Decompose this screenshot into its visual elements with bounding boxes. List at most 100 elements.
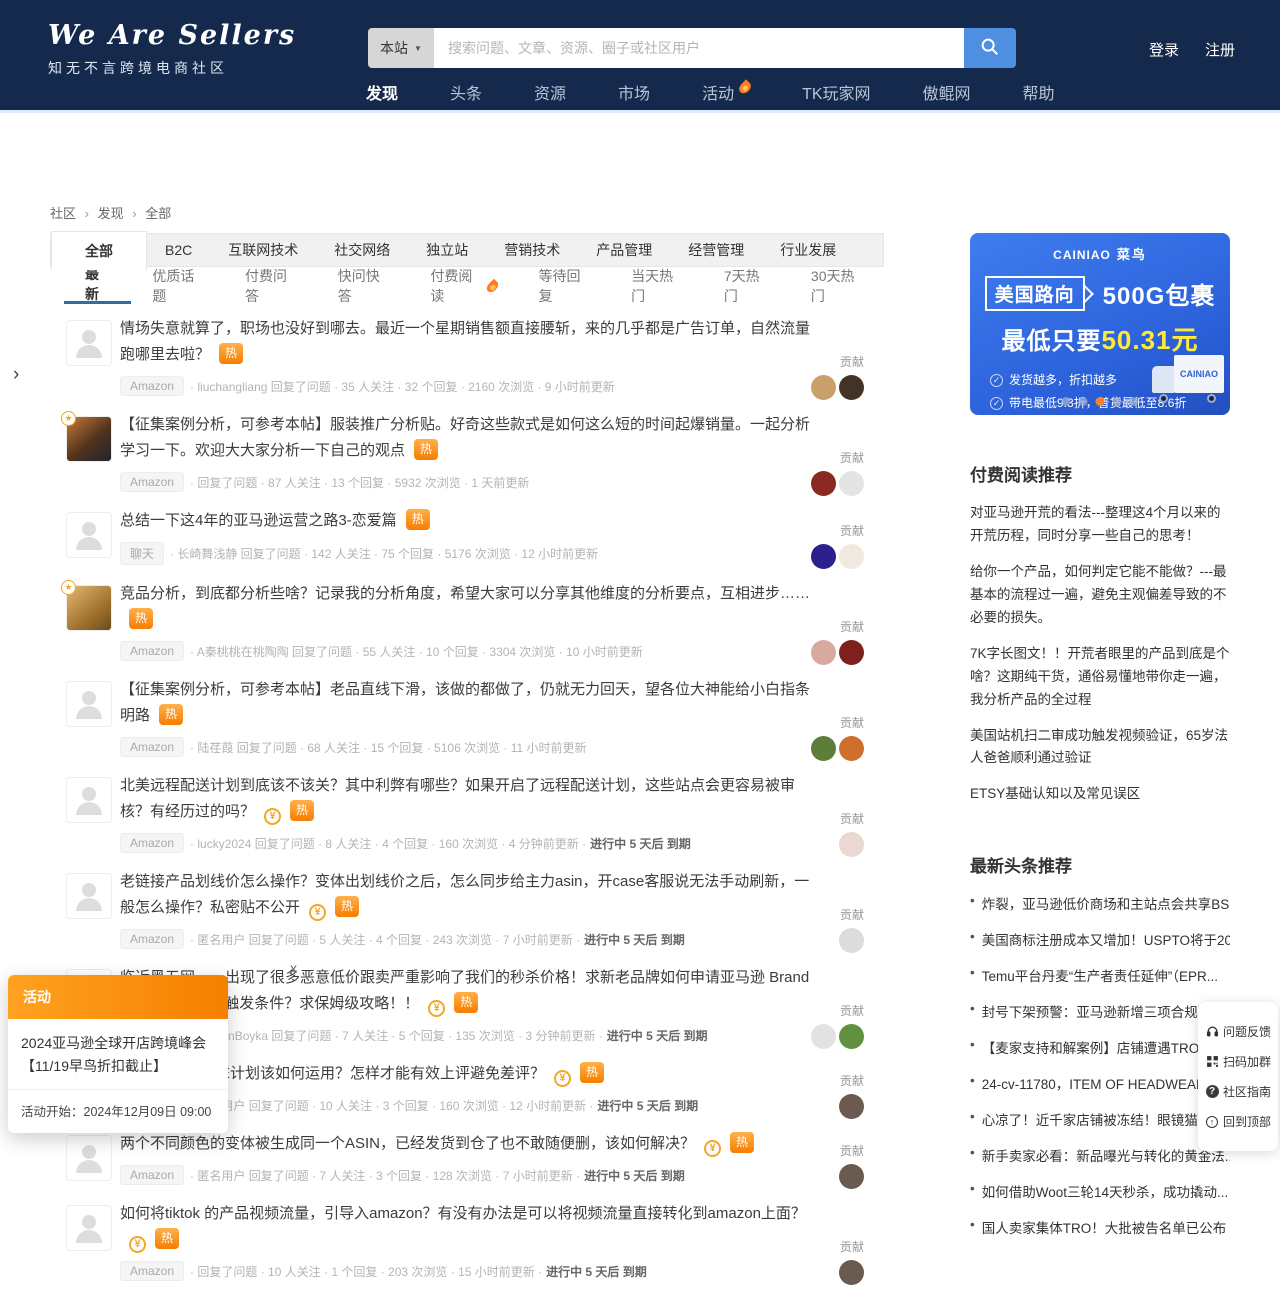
nav-item-discover[interactable]: 发现: [366, 80, 398, 104]
nav-item-aokun[interactable]: 傲鲲网: [923, 80, 971, 104]
contributor-avatar[interactable]: [839, 544, 864, 569]
sort-awaiting[interactable]: 等待回复: [517, 267, 610, 304]
topic-tag[interactable]: 聊天: [120, 542, 165, 565]
nav-item-market[interactable]: 市场: [618, 80, 650, 104]
avatar[interactable]: [66, 1205, 112, 1251]
community-guide-button[interactable]: ? 社区指南: [1205, 1083, 1271, 1100]
sort-paid-read[interactable]: 付费阅读: [409, 267, 517, 304]
avatar[interactable]: [66, 681, 112, 727]
contributor-avatar[interactable]: [811, 1024, 836, 1049]
question-title[interactable]: 竞品分析，到底都分析些啥？记录我的分析角度，希望大家可以分享其他维度的分析要点，…: [120, 581, 820, 633]
headline-item[interactable]: • Temu平台丹麦“生产者责任延伸”（EPR...: [970, 965, 1230, 985]
tab-b2c[interactable]: B2C: [147, 234, 210, 266]
question-title[interactable]: 两个不同颜色的变体被生成同一个ASIN，已经发货到仓了也不敢随便删，该如何解决？…: [120, 1131, 820, 1157]
contributor-avatar[interactable]: [839, 736, 864, 761]
contributor-avatar[interactable]: [839, 1260, 864, 1285]
search-button[interactable]: [964, 28, 1016, 68]
popup-event-title[interactable]: 2024亚马逊全球开店跨境峰会【11/19早鸟折扣截止】: [8, 1019, 228, 1091]
question-title[interactable]: 北美远程配送计划到底该不该关？其中利弊有哪些？如果开启了远程配送计划，这些站点会…: [120, 773, 820, 825]
tab-industry[interactable]: 行业发展: [762, 234, 854, 266]
sort-quality[interactable]: 优质话题: [131, 267, 224, 304]
contributor-avatar[interactable]: [811, 375, 836, 400]
paid-read-item[interactable]: 对亚马逊开荒的看法---整理这4个月以来的开荒历程，同时分享一些自己的思考！: [970, 502, 1230, 548]
tab-marketing[interactable]: 营销技术: [486, 234, 578, 266]
sort-hot-today[interactable]: 当天热门: [610, 267, 703, 304]
popup-close-icon[interactable]: x: [290, 960, 297, 976]
site-logo[interactable]: We Are Sellers 知无不言跨境电商社区: [48, 20, 296, 78]
topic-tag[interactable]: Amazon: [120, 641, 185, 661]
headline-item[interactable]: • 美国商标注册成本又增加！USPTO将于202...: [970, 929, 1230, 949]
headline-item[interactable]: • 24-cv-11780，ITEM OF HEADWEAR按摩...: [970, 1073, 1230, 1093]
carousel-dot[interactable]: [1129, 397, 1139, 406]
avatar[interactable]: ★: [61, 411, 112, 462]
topic-tag[interactable]: Amazon: [120, 376, 185, 396]
contributor-avatar[interactable]: [839, 375, 864, 400]
tab-product-mgmt[interactable]: 产品管理: [578, 234, 670, 266]
paid-read-item[interactable]: 7K字长图文！！开荒者眼里的产品到底是个啥？这期纯干货，通俗易懂地带你走一遍，我…: [970, 643, 1230, 712]
carousel-dot[interactable]: [1112, 397, 1122, 406]
headline-item[interactable]: • 国人卖家集体TRO！大批被告名单已公布: [970, 1217, 1230, 1237]
sort-quick-qa[interactable]: 快问快答: [317, 267, 410, 304]
carousel-dot[interactable]: [1078, 397, 1088, 406]
back-to-top-button[interactable]: ↑ 回到顶部: [1205, 1113, 1271, 1130]
sort-latest[interactable]: 最新: [64, 266, 132, 304]
contributor-avatar[interactable]: [811, 736, 836, 761]
headline-item[interactable]: • 【麦家支持和解案例】店铺遭遇TRO，账...: [970, 1037, 1230, 1057]
question-title[interactable]: 老链接产品划线价怎么操作？变体出划线价之后，怎么同步给主力asin，开case客…: [120, 869, 820, 921]
tab-independent-site[interactable]: 独立站: [408, 234, 486, 266]
nav-item-activity[interactable]: 活动: [702, 79, 754, 104]
tab-all[interactable]: 全部: [51, 231, 147, 270]
qr-group-button[interactable]: 扫码加群: [1205, 1053, 1271, 1070]
contributor-avatar[interactable]: [839, 640, 864, 665]
avatar[interactable]: ★: [61, 580, 112, 631]
paid-read-item[interactable]: 给你一个产品，如何判定它能不能做？---最基本的流程过一遍，避免主观偏差导致的不…: [970, 561, 1230, 630]
carousel-dot[interactable]: [1061, 397, 1071, 406]
topic-tag[interactable]: Amazon: [120, 1165, 185, 1185]
question-title[interactable]: 【征集案例分析，可参考本帖】服装推广分析贴。好奇这些款式是如何这么短的时间起爆销…: [120, 412, 820, 464]
contributor-avatar[interactable]: [811, 640, 836, 665]
contributor-avatar[interactable]: [839, 832, 864, 857]
topic-tag[interactable]: Amazon: [120, 472, 185, 492]
ad-banner-cainiao[interactable]: CAINIAO 菜鸟 美国路向 500G包裹 最低只要50.31元 ✓ 发货越多，折…: [970, 233, 1230, 415]
login-link[interactable]: 登录: [1149, 39, 1179, 60]
contributor-avatar[interactable]: [839, 1164, 864, 1189]
question-title[interactable]: 【征集案例分析，可参考本帖】老品直线下滑，该做的都做了，仍就无力回天，望各位大神…: [120, 677, 820, 729]
search-scope-dropdown[interactable]: 本站 ▼: [368, 28, 434, 68]
topic-tag[interactable]: Amazon: [120, 929, 185, 949]
nav-item-headlines[interactable]: 头条: [450, 80, 482, 104]
breadcrumb-section[interactable]: 发现: [98, 206, 124, 221]
contributor-avatar[interactable]: [839, 1094, 864, 1119]
headline-item[interactable]: • 如何借助Woot三轮14天秒杀，成功撬动...: [970, 1181, 1230, 1201]
breadcrumb-root[interactable]: 社区: [50, 206, 76, 221]
contributor-avatar[interactable]: [811, 544, 836, 569]
breadcrumb-current[interactable]: 全部: [145, 206, 171, 221]
topic-tag[interactable]: Amazon: [120, 833, 185, 853]
tab-internet-tech[interactable]: 互联网技术: [210, 234, 316, 266]
question-title[interactable]: 总结一下这4年的亚马逊运营之路3-恋爱篇热: [120, 508, 820, 534]
paid-read-item[interactable]: 美国站机扫二审成功触发视频验证，65岁法人爸爸顺利通过验证: [970, 725, 1230, 771]
headline-item[interactable]: • 炸裂，亚马逊低价商场和主站点会共享BS...: [970, 893, 1230, 913]
contributor-avatar[interactable]: [839, 928, 864, 953]
nav-item-resources[interactable]: 资源: [534, 80, 566, 104]
question-title[interactable]: 如何将tiktok 的产品视频流量，引导入amazon？有没有办法是可以将视频流…: [120, 1201, 820, 1253]
avatar[interactable]: [66, 512, 112, 558]
headline-item[interactable]: • 新手卖家必看：新品曝光与转化的黄金法...: [970, 1145, 1230, 1165]
contributor-avatar[interactable]: [839, 1024, 864, 1049]
topic-tag[interactable]: Amazon: [120, 737, 185, 757]
sort-hot-7d[interactable]: 7天热门: [703, 267, 790, 304]
avatar[interactable]: [66, 1135, 112, 1181]
nav-item-help[interactable]: 帮助: [1023, 80, 1055, 104]
tab-social-network[interactable]: 社交网络: [316, 234, 408, 266]
headline-item[interactable]: • 封号下架预警：亚马逊新增三项合规政策...: [970, 1001, 1230, 1021]
collapse-panel-arrow-icon[interactable]: ›: [13, 364, 19, 386]
question-title[interactable]: 情场失意就算了，职场也没好到哪去。最近一个星期销售额直接腰斩，来的几乎都是广告订…: [120, 316, 820, 368]
avatar[interactable]: [66, 873, 112, 919]
nav-item-tk[interactable]: TK玩家网: [802, 80, 870, 104]
headline-item[interactable]: • 心凉了！近千家店铺被冻结！眼镜猫、宠...: [970, 1109, 1230, 1129]
avatar[interactable]: [66, 777, 112, 823]
avatar[interactable]: [66, 320, 112, 366]
sort-paid-qa[interactable]: 付费问答: [224, 267, 317, 304]
search-input[interactable]: [434, 28, 964, 68]
sort-hot-30d[interactable]: 30天热门: [790, 267, 884, 304]
tab-business-mgmt[interactable]: 经营管理: [670, 234, 762, 266]
